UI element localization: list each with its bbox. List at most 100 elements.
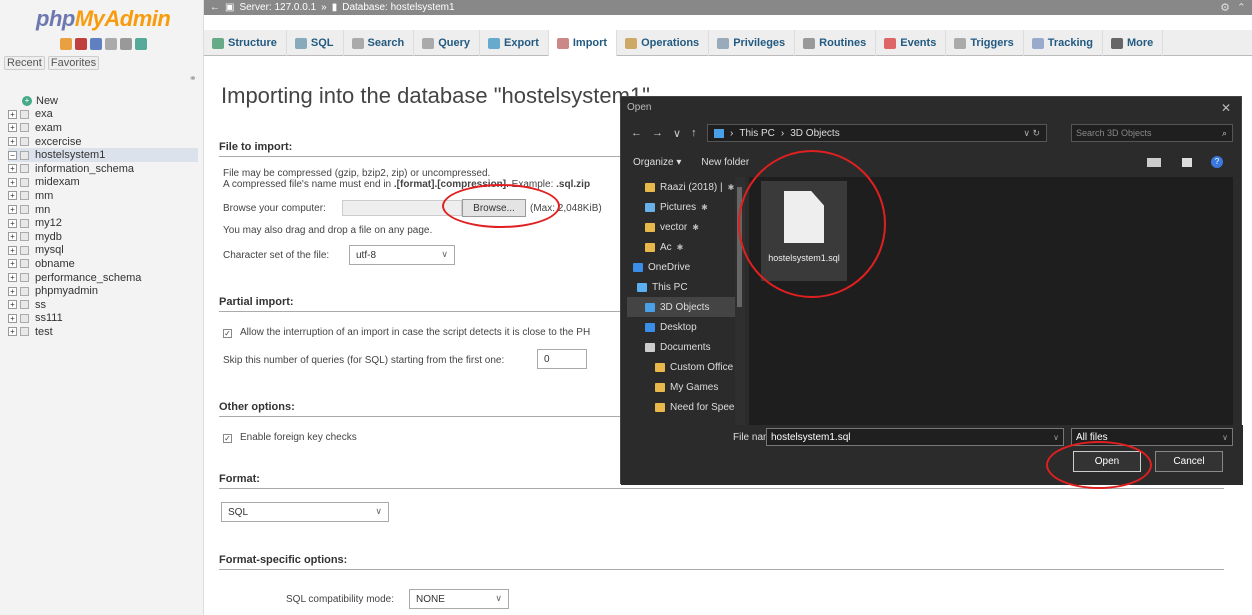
tab-structure[interactable]: Structure	[204, 30, 287, 56]
cancel-button[interactable]: Cancel	[1155, 451, 1223, 472]
pin-icon[interactable]: ✱	[677, 243, 684, 252]
pin-icon[interactable]: ✱	[728, 183, 735, 192]
tab-routines[interactable]: Routines	[795, 30, 877, 56]
folder-tree-item[interactable]: vector ✱	[627, 217, 741, 237]
favorites-button[interactable]: Favorites	[47, 56, 100, 70]
search-input[interactable]: Search 3D Objects ⌕	[1071, 124, 1233, 142]
expand-icon[interactable]: +	[8, 327, 17, 337]
logout-icon[interactable]	[75, 38, 87, 50]
tab-privileges[interactable]: Privileges	[709, 30, 796, 56]
expand-icon[interactable]: +	[8, 300, 17, 310]
expand-icon[interactable]: +	[8, 273, 17, 283]
expand-icon[interactable]: +	[8, 259, 17, 269]
format-select[interactable]: SQL ∨	[221, 502, 389, 522]
close-icon[interactable]: ✕	[1221, 101, 1231, 115]
database-item[interactable]: + exam	[8, 121, 198, 135]
database-item[interactable]: + excercise	[8, 135, 198, 149]
charset-select[interactable]: utf-8 ∨	[349, 245, 455, 265]
database-item[interactable]: + phpmyadmin	[8, 284, 198, 298]
folder-tree-item[interactable]: My Games	[627, 377, 741, 397]
folder-tree-item[interactable]: OneDrive	[627, 257, 741, 277]
tab-triggers[interactable]: Triggers	[946, 30, 1024, 56]
reload-icon[interactable]	[135, 38, 147, 50]
phpmyadmin-logo[interactable]: phpMyAdmin	[36, 6, 171, 32]
help-icon[interactable]	[90, 38, 102, 50]
expand-icon[interactable]: +	[8, 164, 17, 174]
recent-button[interactable]: Recent	[4, 56, 45, 70]
expand-icon[interactable]: +	[8, 191, 17, 201]
up-arrow-icon[interactable]: ↑	[691, 127, 697, 139]
expand-icon[interactable]: +	[8, 177, 17, 187]
folder-tree-item[interactable]: Pictures ✱	[627, 197, 741, 217]
expand-icon[interactable]: +	[8, 245, 17, 255]
gear-icon[interactable]: ⚙	[1220, 1, 1230, 14]
folder-tree-item[interactable]: Desktop	[627, 317, 741, 337]
link-icon[interactable]: ⚭	[189, 73, 197, 84]
expand-icon[interactable]: +	[8, 109, 17, 119]
docs-icon[interactable]	[105, 38, 117, 50]
database-item[interactable]: + performance_schema	[8, 271, 198, 285]
folder-tree-item[interactable]: Documents	[627, 337, 741, 357]
new-database-item[interactable]: + New	[8, 94, 198, 108]
settings-icon[interactable]	[120, 38, 132, 50]
pin-icon[interactable]: ✱	[701, 203, 708, 212]
database-item[interactable]: + mysql	[8, 244, 198, 258]
folder-tree-item[interactable]: Custom Office	[627, 357, 741, 377]
view-icon[interactable]	[1147, 158, 1161, 167]
folder-tree-item[interactable]: Ac ✱	[627, 237, 741, 257]
tab-operations[interactable]: Operations	[617, 30, 710, 56]
back-arrow-icon[interactable]: ←	[631, 127, 642, 139]
collapse-top-icon[interactable]: ⌃	[1237, 1, 1246, 14]
skip-queries-input[interactable]: 0	[537, 349, 587, 369]
tab-events[interactable]: Events	[876, 30, 947, 56]
breadcrumb-server[interactable]: Server: 127.0.0.1	[239, 2, 316, 13]
file-name-input[interactable]: hostelsystem1.sql ∨	[766, 428, 1064, 446]
tab-query[interactable]: Query	[414, 30, 481, 56]
database-item[interactable]: + midexam	[8, 176, 198, 190]
pin-icon[interactable]: ✱	[692, 223, 699, 232]
sql-compatibility-select[interactable]: NONE ∨	[409, 589, 509, 609]
database-item[interactable]: + information_schema	[8, 162, 198, 176]
interrupt-checkbox[interactable]: ✓	[223, 329, 232, 338]
database-item[interactable]: + mydb	[8, 230, 198, 244]
tab-export[interactable]: Export	[480, 30, 549, 56]
expand-icon[interactable]: +	[8, 137, 17, 147]
home-icon[interactable]	[60, 38, 72, 50]
organize-button[interactable]: Organize ▾	[633, 157, 681, 168]
expand-icon[interactable]: −	[8, 150, 17, 160]
preview-pane-icon[interactable]	[1182, 158, 1192, 167]
collapse-icon[interactable]: ←	[210, 2, 220, 13]
database-item[interactable]: + mm	[8, 189, 198, 203]
breadcrumb-database[interactable]: Database: hostelsystem1	[342, 2, 454, 13]
expand-icon[interactable]: +	[8, 205, 17, 215]
database-item[interactable]: + mn	[8, 203, 198, 217]
expand-icon[interactable]: +	[8, 313, 17, 323]
tab-tracking[interactable]: Tracking	[1024, 30, 1103, 56]
expand-icon[interactable]: +	[8, 286, 17, 296]
new-folder-button[interactable]: New folder	[701, 157, 749, 168]
forward-arrow-icon[interactable]: →	[652, 127, 663, 139]
tab-sql[interactable]: SQL	[287, 30, 344, 56]
foreign-key-checkbox[interactable]: ✓	[223, 434, 232, 443]
expand-icon[interactable]: +	[8, 232, 17, 242]
help-icon[interactable]: ?	[1211, 156, 1223, 168]
database-item[interactable]: + ss	[8, 298, 198, 312]
expand-icon[interactable]: +	[8, 123, 17, 133]
address-bar[interactable]: › This PC › 3D Objects ∨ ↻	[707, 124, 1047, 142]
folder-tree-item[interactable]: 3D Objects	[627, 297, 741, 317]
tab-import[interactable]: Import	[548, 30, 618, 56]
database-item[interactable]: + ss111	[8, 312, 198, 326]
tab-search[interactable]: Search	[344, 30, 415, 56]
database-item[interactable]: + exa	[8, 108, 198, 122]
refresh-icon[interactable]: ∨ ↻	[1023, 128, 1040, 139]
expand-icon[interactable]: +	[8, 218, 17, 228]
recent-locations-icon[interactable]: ∨	[673, 127, 681, 140]
database-item[interactable]: + obname	[8, 257, 198, 271]
database-item[interactable]: − hostelsystem1	[8, 148, 198, 162]
tab-more[interactable]: More	[1103, 30, 1164, 56]
database-item[interactable]: + test	[8, 325, 198, 339]
database-item[interactable]: + my12	[8, 216, 198, 230]
folder-tree-item[interactable]: Need for Speed	[627, 397, 741, 417]
folder-tree-item[interactable]: Raazi (2018) | ✱	[627, 177, 741, 197]
folder-tree-item[interactable]: This PC	[627, 277, 741, 297]
